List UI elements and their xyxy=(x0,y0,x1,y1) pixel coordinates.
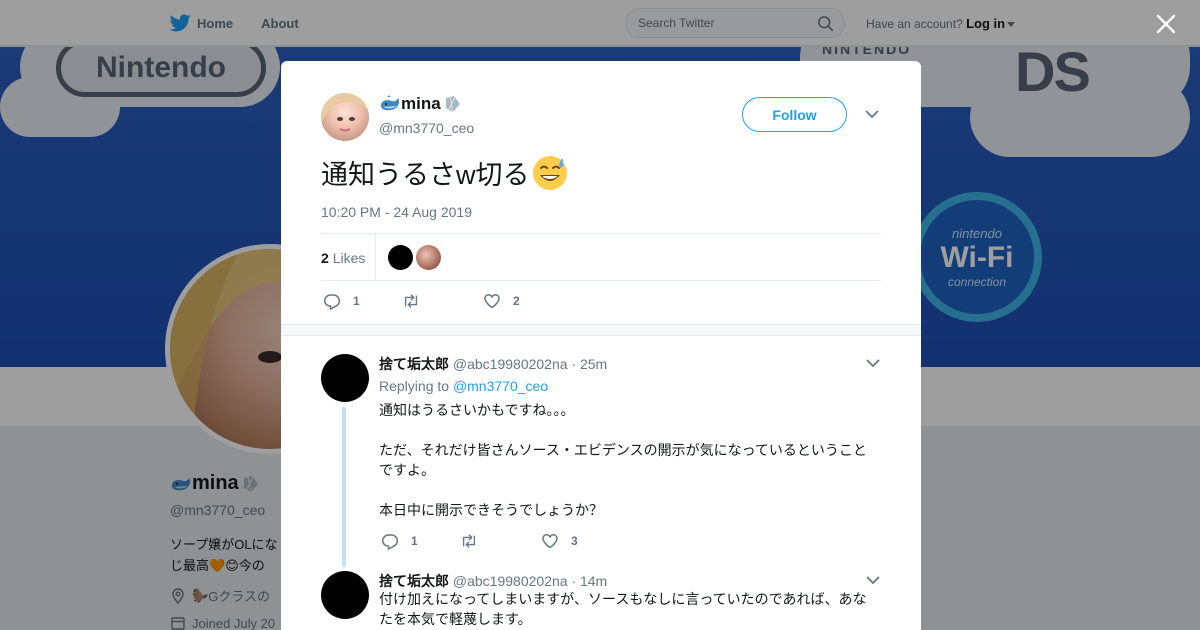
like-count: 2 xyxy=(513,294,520,308)
reply-icon xyxy=(381,534,399,550)
tweet-timestamp[interactable]: 10:20 PM - 24 Aug 2019 xyxy=(321,204,472,220)
replies-separator xyxy=(281,324,921,336)
retweet-icon xyxy=(462,534,476,548)
author-name-text: mina xyxy=(401,94,441,113)
liker-avatar[interactable] xyxy=(416,245,441,270)
likes-number: 2 xyxy=(321,250,329,266)
chevron-down-icon[interactable] xyxy=(866,358,880,368)
stats-divider xyxy=(375,234,376,280)
reply-time[interactable]: · 25m xyxy=(571,356,607,372)
tweet-actions: 1 2 xyxy=(321,292,881,312)
reply-paragraph: ただ、それだけ皆さんソース・エビデンスの開示が気になっているということですよ。 xyxy=(379,442,867,478)
reply-author-name[interactable]: 捨て垢太郎 xyxy=(379,356,449,372)
reply-button[interactable]: 1 xyxy=(381,532,418,550)
author-avatar[interactable] xyxy=(321,93,369,141)
likes-stat[interactable]: 2 Likes xyxy=(321,250,365,266)
tweet-modal: mina @mn3770_ceo Follow 通知うるさw切る 10:20 P… xyxy=(281,61,921,630)
like-button[interactable]: 3 xyxy=(541,532,578,550)
reply-paragraph: 付け加えになってしまいますが、ソースもなしに言っていたのであれば、あなたを本気で… xyxy=(379,591,867,627)
chevron-down-icon[interactable] xyxy=(865,109,879,119)
tweet-text: 通知うるさw切る xyxy=(321,153,568,192)
replying-to: Replying to @mn3770_ceo xyxy=(379,378,548,394)
reply-item[interactable]: 捨て垢太郎 @abc19980202na · 25m Replying to @… xyxy=(321,354,881,567)
sweat-smile-emoji-icon xyxy=(532,155,567,190)
heart-icon xyxy=(484,294,500,309)
author-handle[interactable]: @mn3770_ceo xyxy=(379,120,474,136)
reply-icon xyxy=(323,294,341,310)
reply-time[interactable]: · 14m xyxy=(571,573,607,589)
chevron-down-icon[interactable] xyxy=(866,575,880,585)
whale-emoji-icon xyxy=(381,95,400,111)
retweet-icon xyxy=(404,294,418,308)
reply-header: 捨て垢太郎 @abc19980202na · 14m xyxy=(379,571,607,591)
follow-button[interactable]: Follow xyxy=(742,97,847,132)
author-name[interactable]: mina xyxy=(379,94,463,114)
like-button[interactable]: 2 xyxy=(483,292,520,310)
reply-actions: 1 3 xyxy=(379,532,779,550)
replying-to-link[interactable]: @mn3770_ceo xyxy=(453,378,548,394)
close-icon[interactable] xyxy=(1155,13,1177,35)
liker-avatar[interactable] xyxy=(388,245,413,270)
reply-button[interactable]: 1 xyxy=(323,292,360,310)
tweet-text-content: 通知うるさw切る xyxy=(321,160,530,190)
retweet-button[interactable] xyxy=(460,532,490,550)
author-avatar-illustration xyxy=(321,93,369,132)
reply-count: 1 xyxy=(411,534,418,548)
reply-avatar[interactable] xyxy=(321,354,369,402)
like-count: 3 xyxy=(571,534,578,548)
replying-prefix: Replying to xyxy=(379,378,450,394)
reply-item[interactable]: 捨て垢太郎 @abc19980202na · 14m 付け加えになってしまいます… xyxy=(321,571,881,630)
reply-avatar[interactable] xyxy=(321,571,369,619)
gem-emoji-icon xyxy=(445,96,460,113)
retweet-button[interactable] xyxy=(402,292,432,310)
reply-paragraph: 通知はうるさいかもですね。。。 xyxy=(379,402,575,418)
thread-line xyxy=(342,407,346,567)
reply-author-name[interactable]: 捨て垢太郎 xyxy=(379,573,449,589)
reply-paragraph: 本日中に開示できそうでしょうか？ xyxy=(379,502,603,518)
reply-author-handle[interactable]: @abc19980202na xyxy=(453,356,568,372)
reply-header: 捨て垢太郎 @abc19980202na · 25m xyxy=(379,354,607,374)
reply-author-handle[interactable]: @abc19980202na xyxy=(453,573,568,589)
heart-icon xyxy=(542,534,558,549)
tweet-stats: 2 Likes xyxy=(321,233,881,281)
reply-count: 1 xyxy=(353,294,360,308)
likes-label: Likes xyxy=(332,250,366,266)
